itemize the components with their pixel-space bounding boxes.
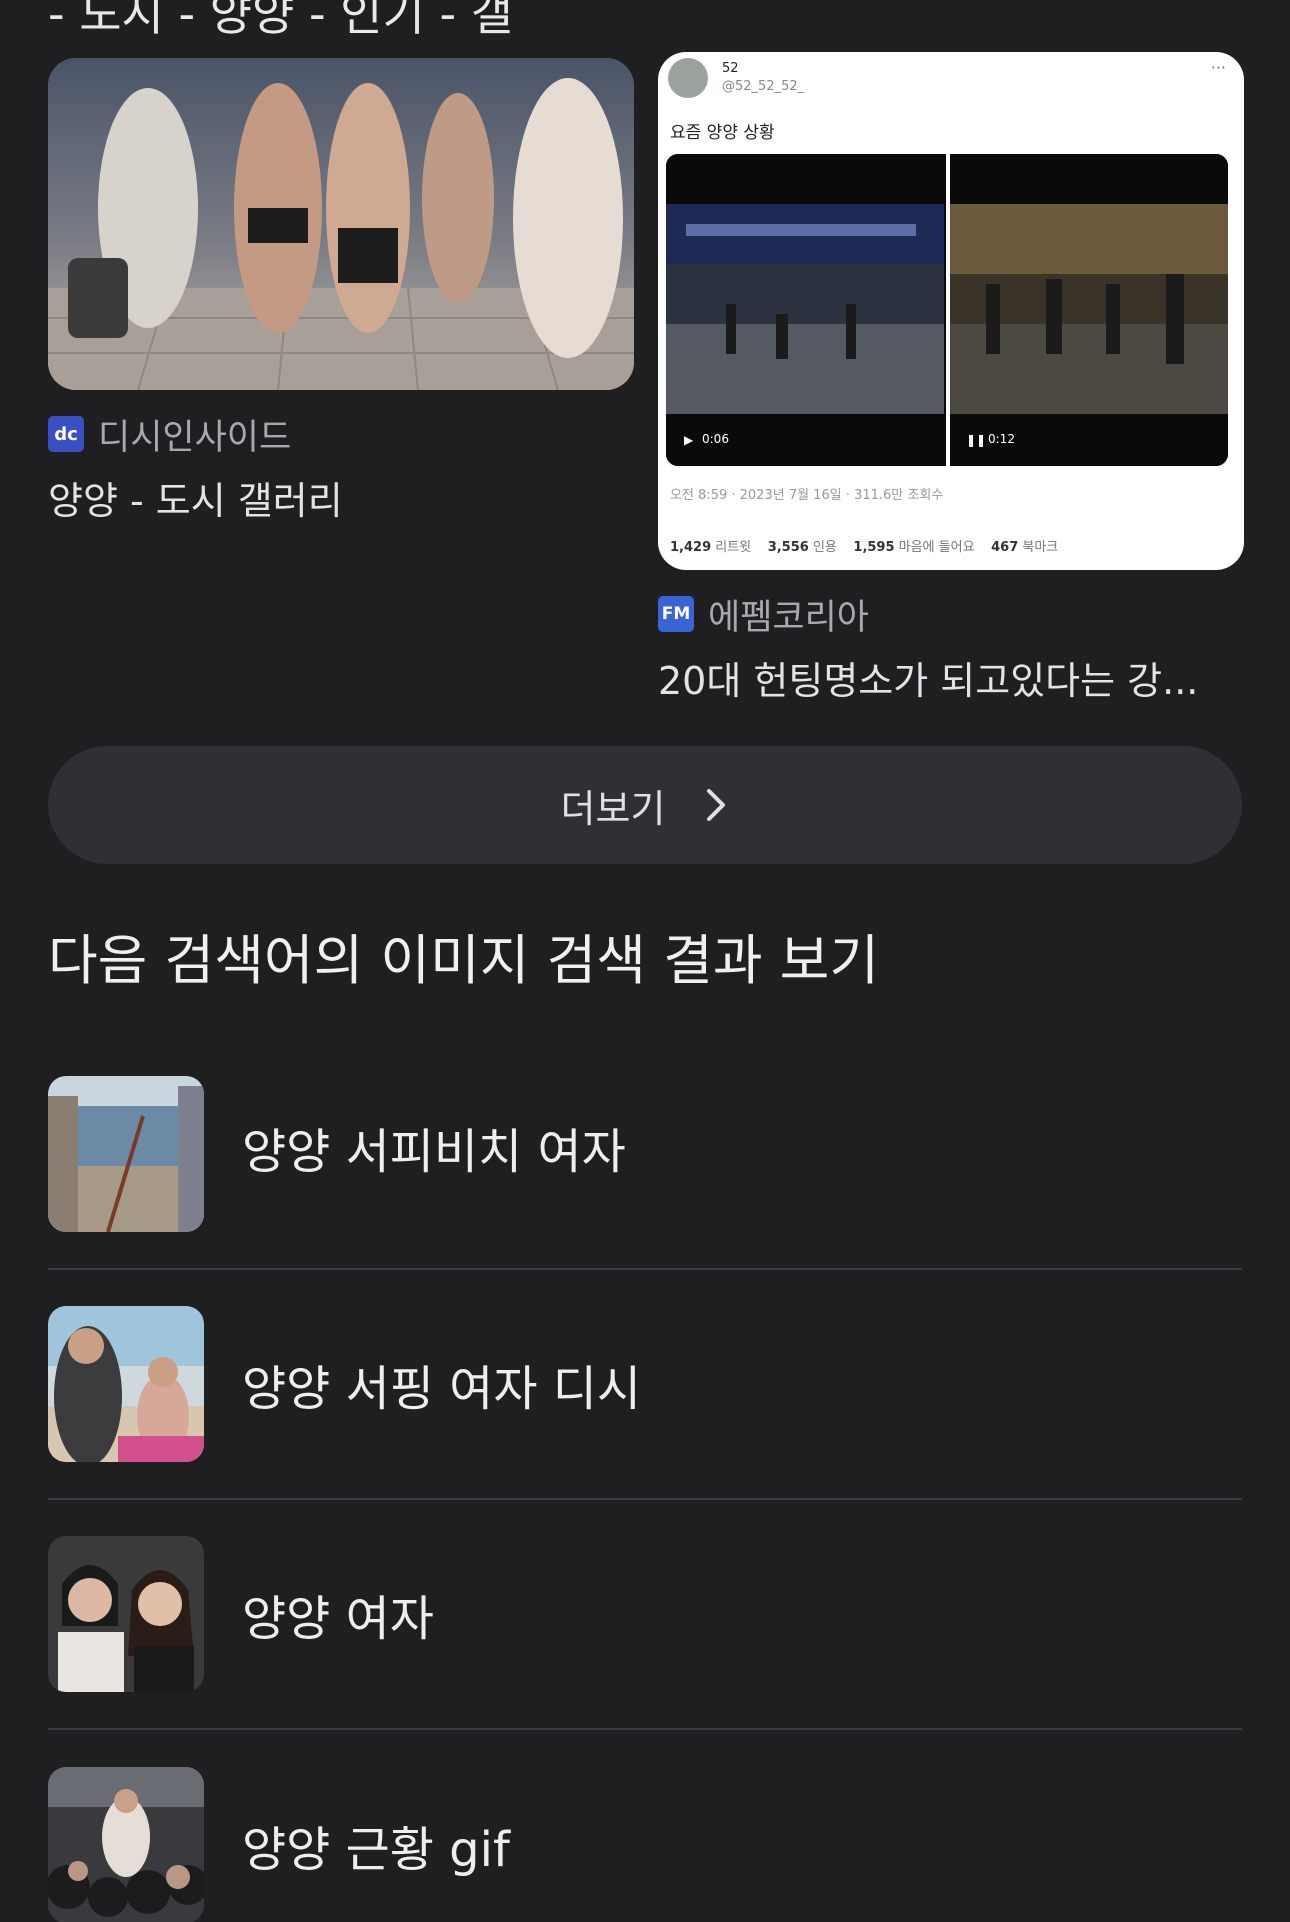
related-search-label: 양양 여자 <box>242 1591 434 1647</box>
section-heading-cutoff: - 도시 - 양양 - 인기 - 갤 <box>48 0 513 41</box>
fmkorea-favicon-icon: FM <box>658 596 694 632</box>
result-image-street-crowd[interactable] <box>48 58 634 390</box>
related-thumbnail <box>48 1767 204 1922</box>
tweet-header: 52 @52_52_52_ <box>668 58 804 98</box>
tweet-stats: 1,429 리트윗 3,556 인용 1,595 마음에 들어요 467 북마크 <box>670 540 1059 555</box>
source-name: 에펨코리아 <box>708 597 870 638</box>
list-item[interactable]: 양양 서핑 여자 디시 <box>48 1270 1242 1500</box>
related-thumbnail <box>48 1536 204 1692</box>
related-search-label: 양양 서핑 여자 디시 <box>242 1361 642 1417</box>
related-searches-list: 양양 서피비치 여자 양양 서핑 여자 디시 양양 여자 양양 근황 gif <box>48 1072 1242 1922</box>
result-title[interactable]: 양양 - 도시 갤러리 <box>48 470 634 525</box>
result-image-tweet-screenshot[interactable]: 52 @52_52_52_ ··· 요즘 양양 상황 ▶ ❚❚ 0:06 0:1… <box>658 52 1244 570</box>
more-results-button[interactable]: 더보기 <box>48 746 1242 864</box>
more-options-icon: ··· <box>1210 58 1226 77</box>
search-results-page: - 도시 - 양양 - 인기 - 갤 dc 디시인사이드 양양 - 도시 갤러리… <box>0 0 1290 1922</box>
video-right-duration: 0:12 <box>988 432 1015 446</box>
tweet-author-name: 52 <box>722 61 739 76</box>
dcinside-favicon-icon: dc <box>48 416 84 452</box>
image-result-card[interactable]: dc 디시인사이드 양양 - 도시 갤러리 <box>48 52 634 525</box>
avatar <box>668 58 708 98</box>
related-search-label: 양양 근황 gif <box>242 1822 510 1878</box>
list-item[interactable]: 양양 여자 <box>48 1500 1242 1730</box>
tweet-author-handle: @52_52_52_ <box>722 79 805 94</box>
svg-text:▶: ▶ <box>684 433 694 447</box>
related-search-label: 양양 서피비치 여자 <box>242 1124 626 1180</box>
tweet-text: 요즘 양양 상황 <box>670 123 775 143</box>
chevron-right-icon <box>705 787 729 823</box>
result-source[interactable]: FM 에펨코리아 <box>658 592 1244 638</box>
list-item[interactable]: 양양 근황 gif <box>48 1730 1242 1922</box>
result-source[interactable]: dc 디시인사이드 <box>48 412 634 458</box>
related-thumbnail <box>48 1306 204 1462</box>
related-searches-title: 다음 검색어의 이미지 검색 결과 보기 <box>48 929 880 992</box>
tweet-meta: 오전 8:59 · 2023년 7월 16일 · 311.6만 조회수 <box>670 488 944 503</box>
result-title[interactable]: 20대 헌팅명소가 되고있다는 강... <box>658 650 1244 705</box>
tweet-video-pair: ▶ ❚❚ 0:06 0:12 <box>666 154 1228 466</box>
related-thumbnail <box>48 1076 204 1232</box>
source-name: 디시인사이드 <box>98 417 292 458</box>
image-result-card[interactable]: 52 @52_52_52_ ··· 요즘 양양 상황 ▶ ❚❚ 0:06 0:1… <box>658 52 1244 705</box>
list-item[interactable]: 양양 서피비치 여자 <box>48 1072 1242 1270</box>
svg-text:❚❚: ❚❚ <box>966 433 986 447</box>
video-left-duration: 0:06 <box>702 432 729 446</box>
more-button-label: 더보기 <box>560 786 666 831</box>
